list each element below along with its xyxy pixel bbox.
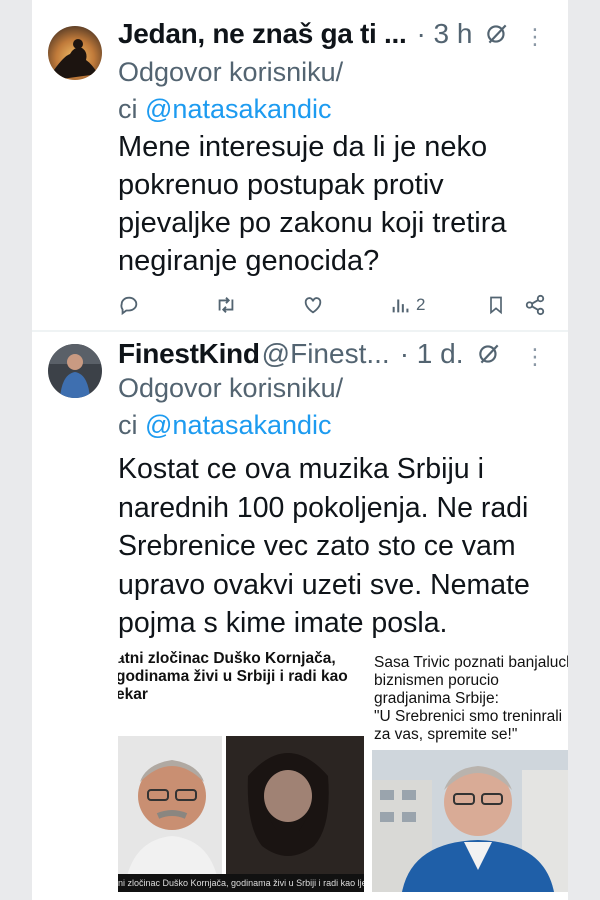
reply-icon (120, 296, 138, 316)
avatar[interactable] (48, 344, 102, 398)
avatar[interactable] (48, 26, 102, 80)
reply-prefix: Odgovor korisniku/ (118, 373, 344, 403)
reply-context: Odgovor korisniku/ ci @natasakandic (118, 370, 556, 444)
media-image-left[interactable]: atni zločinac Duško Kornjača, godinama ž… (118, 650, 364, 892)
reply-button[interactable] (118, 294, 140, 316)
like-icon (304, 297, 322, 314)
handle[interactable]: @Finest... (262, 338, 390, 370)
mention-link[interactable]: @natasakandic (145, 94, 332, 124)
timeline: Jedan, ne znaš ga ti ... · 3 h ⋮ Odgovor… (32, 0, 568, 900)
action-bar: 2 (118, 290, 546, 320)
attached-media[interactable]: atni zločinac Duško Kornjača, godinama ž… (118, 650, 568, 892)
more-icon[interactable]: ⋮ (524, 346, 546, 368)
share-button[interactable] (524, 294, 546, 316)
reply-prefix-suffix: ci (118, 410, 138, 440)
mention-link[interactable]: @natasakandic (145, 410, 332, 440)
more-icon[interactable]: ⋮ (524, 26, 546, 48)
media-image-right[interactable]: Sasa Trivic poznati banjalucki biznismen… (368, 650, 568, 892)
display-name[interactable]: FinestKind (118, 338, 260, 370)
views-icon (392, 299, 409, 313)
media-caption-left: ni zločinac Duško Kornjača, godinama živ… (118, 874, 364, 892)
reply-context: Odgovor korisniku/ ci @natasakandic (118, 54, 556, 128)
reply-prefix: Odgovor korisniku/ (118, 57, 344, 87)
display-name[interactable]: Jedan, ne znaš ga ti ... (118, 18, 407, 50)
retweet-button[interactable] (214, 294, 238, 316)
media-headline-right: Sasa Trivic poznati banjalucki biznismen… (374, 654, 568, 707)
grok-icon[interactable] (476, 341, 502, 367)
views-button[interactable]: 2 (390, 294, 425, 316)
tweet-1[interactable]: Jedan, ne znaš ga ti ... · 3 h ⋮ Odgovor… (32, 0, 568, 330)
views-count: 2 (416, 295, 426, 314)
timestamp[interactable]: · 1 d. (400, 338, 464, 370)
media-quote-right: "U Srebrenici smo treninrali za vas, spr… (374, 708, 563, 743)
retweet-icon (218, 297, 234, 313)
like-button[interactable] (302, 294, 324, 316)
tweet-text: Kostat ce ova muzika Srbiju i narednih 1… (118, 453, 530, 639)
tweet-text: Mene interesuje da li je neko pokrenuo p… (118, 131, 507, 277)
bookmark-button[interactable] (486, 294, 506, 316)
timestamp[interactable]: · 3 h (416, 18, 472, 50)
reply-prefix-suffix: ci (118, 94, 138, 124)
bookmark-icon (490, 296, 502, 315)
share-icon (525, 294, 545, 316)
media-headline-left: atni zločinac Duško Kornjača, godinama ž… (118, 650, 348, 703)
grok-icon[interactable] (484, 21, 510, 47)
